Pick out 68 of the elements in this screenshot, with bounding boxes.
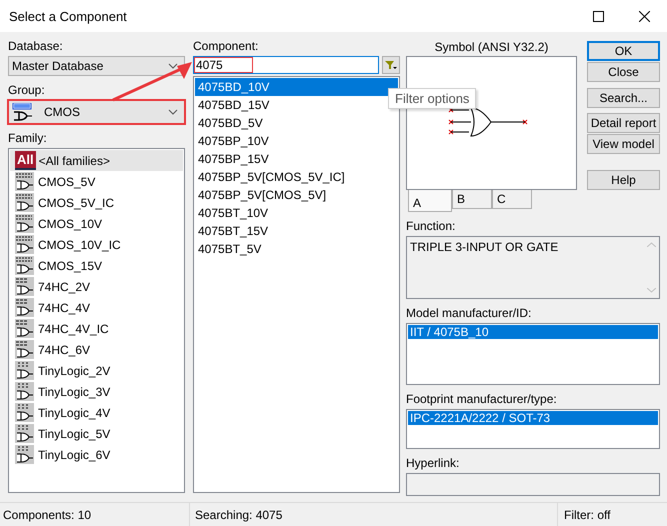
field-label: Group: — [8, 83, 46, 98]
family-label: TinyLogic_5V — [38, 426, 110, 440]
family-label: CMOS_15V — [38, 258, 102, 272]
family-item[interactable]: 74HC_6V — [10, 339, 183, 360]
family-item[interactable]: CMOS_15V — [10, 255, 183, 276]
family-item[interactable]: TinyLogic_6V — [10, 444, 183, 465]
component-item[interactable]: 4075BP_10V — [195, 132, 398, 150]
field-label: Footprint manufacturer/type: — [406, 392, 558, 407]
family-label: 74HC_2V — [38, 280, 90, 294]
family-label: 74HC_6V — [38, 342, 90, 356]
family-item[interactable]: TinyLogic_4V — [10, 402, 183, 423]
component-field[interactable]: 4075 — [193, 56, 379, 74]
tooltip: Filter options — [388, 88, 476, 109]
family-label: TinyLogic_4V — [38, 406, 110, 420]
database-dropdown[interactable]: Master Database — [8, 56, 185, 76]
function-text: TRIPLE 3-INPUT OR GATE — [409, 239, 560, 256]
family-item[interactable]: CMOS_5V — [10, 171, 183, 192]
dialog-button[interactable]: View model — [587, 134, 660, 154]
family-item[interactable]: TinyLogic_3V — [10, 381, 183, 402]
family-item[interactable]: CMOS_5V_IC — [10, 192, 183, 213]
family-label: TinyLogic_2V — [38, 364, 110, 378]
status-text: Components: 10 — [0, 503, 190, 526]
family-label: TinyLogic_6V — [38, 448, 110, 462]
component-item[interactable]: 4075BT_10V — [195, 204, 398, 222]
dialog-button[interactable]: Help — [587, 170, 660, 190]
dialog-button[interactable]: Detail report — [587, 113, 660, 133]
symbol-tab[interactable]: A — [408, 190, 452, 212]
dialog-button[interactable]: OK — [587, 41, 660, 61]
list-item[interactable]: IPC-2221A/2222 / SOT-73 — [408, 411, 658, 425]
field-label: Hyperlink: — [406, 456, 460, 471]
component-item[interactable]: 4075BP_5V[CMOS_5V] — [195, 186, 398, 204]
dialog-button[interactable]: Close — [587, 62, 660, 82]
component-item[interactable]: 4075BP_15V — [195, 150, 398, 168]
field-label: Function: — [406, 219, 456, 234]
family-label: CMOS_5V_IC — [38, 196, 114, 210]
component-item[interactable]: 4075BT_15V — [195, 222, 398, 240]
dialog-button[interactable]: Search... — [587, 88, 660, 108]
family-item[interactable]: TinyLogic_5V — [10, 423, 183, 444]
all-badge: All — [15, 151, 36, 170]
family-label: 74HC_4V — [38, 300, 90, 314]
family-label: CMOS_10V_IC — [38, 238, 121, 252]
status-text: Searching: 4075 — [190, 503, 558, 526]
family-item[interactable]: 74HC_4V — [10, 297, 183, 318]
field-label: Database: — [8, 39, 64, 54]
family-item[interactable]: CMOS_10V — [10, 213, 183, 234]
component-item[interactable]: 4075BP_5V[CMOS_5V_IC] — [195, 168, 398, 186]
component-item[interactable]: 4075BT_5V — [195, 240, 398, 258]
family-item[interactable]: All <All families> — [10, 150, 183, 171]
list-item[interactable]: IIT / 4075B_10 — [408, 325, 658, 339]
family-label: CMOS_5V — [38, 174, 96, 188]
family-item[interactable]: 74HC_4V_IC — [10, 318, 183, 339]
component-item[interactable]: 4075BD_5V — [195, 114, 398, 132]
family-label: <All families> — [38, 154, 110, 168]
symbol-tab[interactable]: B — [452, 190, 492, 209]
family-item[interactable]: CMOS_10V_IC — [10, 234, 183, 255]
status-text: Filter: off — [563, 506, 612, 524]
field-label: Model manufacturer/ID: — [406, 306, 532, 321]
family-label: CMOS_10V — [38, 216, 102, 230]
field-label: Family: — [8, 131, 48, 146]
family-label: TinyLogic_3V — [38, 384, 110, 398]
family-item[interactable]: 74HC_2V — [10, 276, 183, 297]
family-item[interactable]: TinyLogic_2V — [10, 360, 183, 381]
family-label: 74HC_4V_IC — [38, 322, 109, 336]
group-dropdown[interactable]: CMOS — [8, 100, 185, 124]
field-label: Component: — [193, 39, 260, 54]
window-title: Select a Component — [8, 8, 128, 24]
symbol-tab[interactable]: C — [492, 190, 532, 209]
symbol-label: Symbol (ANSI Y32.2) — [434, 40, 550, 55]
